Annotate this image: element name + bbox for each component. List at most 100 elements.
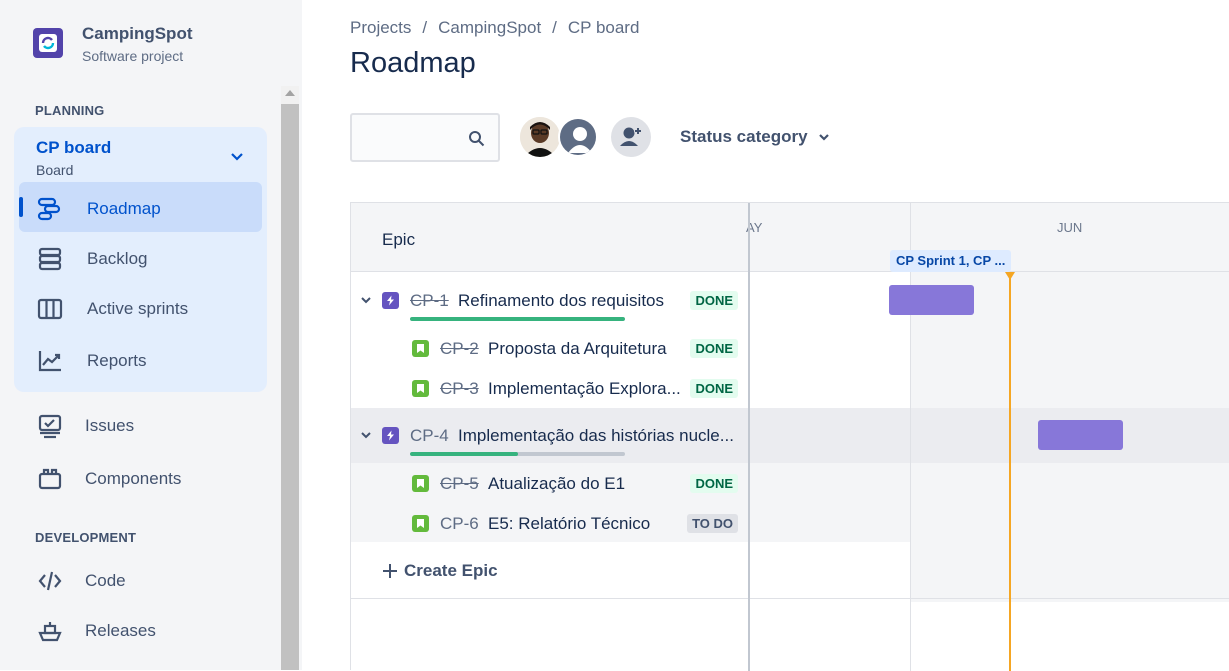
issue-key[interactable]: CP-2 [440,339,479,359]
breadcrumb-separator: / [552,18,557,37]
planning-section-label: PLANNING [35,103,105,118]
timeline-bar-cp-4[interactable] [1038,420,1123,450]
status-badge: DONE [690,339,738,358]
user-photo-icon [520,117,560,157]
story-row-cp-6[interactable]: CP-6 E5: Relatório Técnico TO DO [351,504,749,544]
issue-summary[interactable]: Proposta da Arquitetura [488,339,667,359]
sidebar-item-roadmap-row[interactable]: Roadmap [37,195,161,223]
user-avatar-photo[interactable] [520,117,560,157]
epic-icon [382,427,399,444]
chevron-down-icon[interactable] [360,294,372,306]
epic-column-label: Epic [382,230,416,249]
epic-row-cp-1[interactable]: CP-1 Refinamento dos requisitos DONE [351,281,749,321]
issue-summary[interactable]: Refinamento dos requisitos [458,291,664,311]
project-logo-icon [39,34,57,52]
create-epic-label: Create Epic [404,561,498,580]
today-marker [1009,272,1011,671]
sidebar-item-active-sprints[interactable]: Active sprints [37,295,188,323]
sidebar-item-backlog[interactable]: Backlog [37,245,147,273]
releases-icon [38,622,62,642]
sidebar-item-reports[interactable]: Reports [37,347,147,375]
selected-indicator [19,197,23,217]
sprint-marker[interactable]: CP Sprint 1, CP ... [890,250,1012,272]
epic-column-header: Epic [351,203,749,272]
create-epic-button[interactable]: Create Epic [382,561,498,581]
breadcrumb-separator: / [422,18,428,37]
status-badge: TO DO [687,514,738,533]
story-icon [412,340,429,357]
sidebar-item-label: Issues [85,416,135,435]
column-divider[interactable] [748,203,750,671]
sidebar-item-releases[interactable]: Releases [37,617,156,645]
project-avatar[interactable] [33,28,63,58]
backlog-icon [38,247,62,271]
sidebar-item-components[interactable]: Components [37,465,181,493]
board-name[interactable]: CP board [36,138,111,158]
project-name[interactable]: CampingSpot [82,24,193,44]
story-row-cp-2[interactable]: CP-2 Proposta da Arquitetura DONE [351,329,749,369]
sidebar-item-issues[interactable]: Issues [37,412,134,440]
today-marker-head [1005,272,1015,280]
status-category-filter[interactable]: Status category [680,127,830,147]
sidebar: CampingSpot Software project PLANNING CP… [0,0,302,670]
chevron-down-icon [818,134,829,141]
month-label-jun: JUN [1057,220,1083,235]
project-type: Software project [82,48,184,64]
issue-key[interactable]: CP-1 [410,291,449,311]
sidebar-item-label: Backlog [87,249,148,268]
story-row-cp-3[interactable]: CP-3 Implementação Explora... DONE [351,369,749,409]
sidebar-item-label: Releases [85,621,156,640]
story-icon [412,515,429,532]
issue-summary[interactable]: E5: Relatório Técnico [488,514,650,534]
story-row-cp-5[interactable]: CP-5 Atualização do E1 DONE [351,464,749,504]
development-section-label: DEVELOPMENT [35,530,137,545]
sidebar-scroll-thumb[interactable] [281,104,299,670]
grid-bottom-border [351,598,1229,599]
add-people-button[interactable] [611,117,651,157]
sidebar-item-label: Reports [87,351,147,370]
unassigned-avatar[interactable] [558,117,598,157]
issue-summary[interactable]: Atualização do E1 [488,474,625,494]
epic-progress-bar [410,317,625,321]
issue-key[interactable]: CP-6 [440,514,479,534]
sidebar-item-label: Active sprints [87,299,189,318]
month-separator [910,203,911,671]
status-badge: DONE [690,474,738,493]
page-title: Roadmap [350,47,476,79]
reports-icon [38,351,61,372]
issue-key[interactable]: CP-3 [440,379,479,399]
components-icon [38,468,62,490]
chevron-down-icon[interactable] [228,150,246,164]
plus-icon [383,564,397,578]
story-icon [412,475,429,492]
issue-summary[interactable]: Implementação Explora... [488,379,681,399]
story-icon [412,380,429,397]
search-input[interactable] [350,113,500,162]
sidebar-item-label: Roadmap [87,199,161,218]
timeline-bar-cp-1[interactable] [889,285,974,315]
code-icon [38,571,62,591]
user-placeholder-icon [560,119,596,155]
sidebar-item-label: Components [85,469,182,488]
epic-icon [382,292,399,309]
issue-key[interactable]: CP-4 [410,426,449,446]
scroll-up-icon[interactable] [285,90,295,96]
breadcrumb-board[interactable]: CP board [568,18,640,38]
breadcrumb-project[interactable]: CampingSpot [438,18,541,38]
breadcrumb-projects[interactable]: Projects [350,18,411,38]
issues-icon [38,414,62,439]
status-badge: DONE [690,291,738,310]
epic-progress-bar [410,452,625,456]
issue-key[interactable]: CP-5 [440,474,479,494]
add-user-icon [620,127,642,146]
issue-summary[interactable]: Implementação das histórias nucle... [458,426,734,446]
active-sprints-icon [37,298,63,320]
status-category-label: Status category [680,127,808,146]
search-icon [469,131,485,147]
sidebar-item-code[interactable]: Code [37,567,126,595]
chevron-down-icon[interactable] [360,429,372,441]
roadmap-icon [37,197,61,221]
epic-row-cp-4[interactable]: CP-4 Implementação das histórias nucle..… [351,416,749,456]
sidebar-item-label: Code [85,571,126,590]
board-type: Board [36,162,74,178]
